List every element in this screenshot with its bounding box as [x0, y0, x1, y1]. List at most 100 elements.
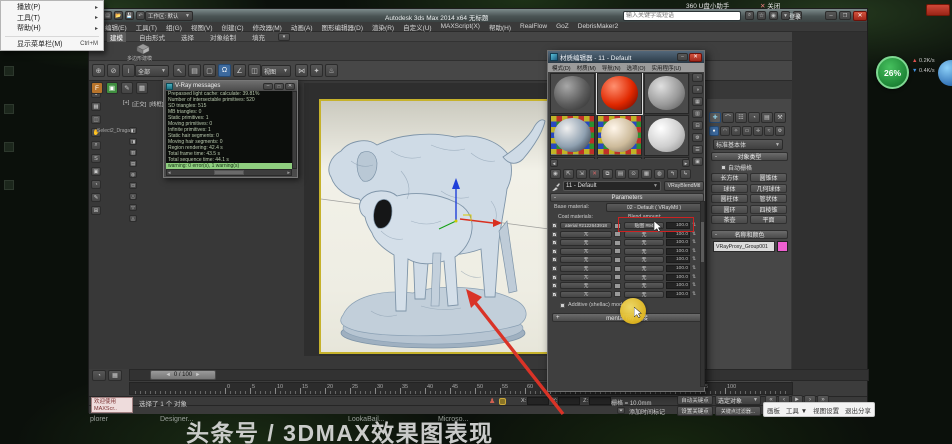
tab-create[interactable]: ✚	[709, 112, 721, 123]
me-menu-选项(O)[interactable]: 选项(O)	[627, 64, 646, 72]
axis-value[interactable]	[589, 397, 611, 405]
checkbox-icon[interactable]: ✓	[552, 291, 557, 297]
spinner-icon[interactable]: ⇅	[692, 265, 696, 271]
close-icon[interactable]: ✕	[689, 52, 702, 62]
desktop-icon[interactable]	[4, 142, 14, 152]
ribbon-tab-对象绘制[interactable]: 对象绘制	[207, 32, 239, 42]
grid-icon[interactable]: ▦	[136, 82, 148, 94]
blend-amount-field[interactable]: 100.0	[666, 282, 690, 290]
signin-link[interactable]: 登录	[789, 12, 801, 21]
menu-RealFlow[interactable]: RealFlow	[520, 23, 547, 30]
time-configuration-icon[interactable]: ▦	[108, 370, 122, 381]
coat-material-button[interactable]: 无	[560, 290, 612, 298]
set-key-button[interactable]: 设置关键点	[677, 406, 713, 416]
blend-amount-field[interactable]: 100.0	[666, 290, 690, 298]
maxscript-mini-listener[interactable]: 欢迎使用 MAXScr..	[91, 397, 133, 413]
taskbar-item[interactable]: plorer	[90, 416, 108, 423]
checkbox-icon[interactable]: ✓	[552, 274, 557, 280]
blend-amount-field[interactable]: 100.0	[666, 247, 690, 255]
material-name-dropdown[interactable]: 11 - Default ▼	[563, 181, 661, 191]
ribbon-tab-自由形式[interactable]: 自由形式	[136, 32, 168, 42]
object-type-rollout[interactable]: - 对象类型	[711, 152, 788, 161]
color-swatch[interactable]	[614, 291, 621, 298]
primitive-button-管状体[interactable]: 管状体	[750, 194, 787, 204]
color-swatch[interactable]	[614, 256, 621, 263]
coat-material-button[interactable]: 无	[560, 239, 612, 247]
spinner-icon[interactable]: ⇅	[692, 282, 696, 288]
left-tool-icon[interactable]: ⊞	[91, 206, 101, 215]
left-tool-icon[interactable]: ◫	[91, 115, 101, 124]
spinner-icon[interactable]: ⇅	[692, 256, 696, 262]
vray-messages-window[interactable]: V-Ray messages – □ ✕ Prepassed light cac…	[163, 80, 298, 178]
name-color-rollout[interactable]: - 名称和颜色	[711, 230, 788, 239]
primitive-button-圆柱体[interactable]: 圆柱体	[711, 194, 748, 204]
angle-snap-icon[interactable]: ∠	[233, 64, 246, 77]
systems-icon[interactable]: ⚙	[775, 126, 785, 136]
rectangular-region-icon[interactable]: ▢	[203, 64, 216, 77]
blend-map-button[interactable]: 无	[624, 290, 664, 298]
assign-to-selection-icon[interactable]: ⇲	[576, 169, 587, 179]
lights-icon[interactable]: ✧	[731, 126, 741, 136]
menu-动画(A)[interactable]: 动画(A)	[291, 22, 313, 32]
checkbox-icon[interactable]: ✓	[552, 231, 557, 237]
blend-map-button[interactable]: 无	[624, 273, 664, 281]
horizontal-scrollbar[interactable]: ◄ ►	[166, 169, 292, 176]
object-color-swatch[interactable]	[777, 241, 788, 252]
color-swatch[interactable]	[614, 282, 621, 289]
close-button[interactable]: ✕	[853, 10, 867, 21]
vertical-scrollbar[interactable]	[292, 91, 297, 169]
reference-coordinate-dropdown[interactable]: 视图 ▼	[261, 65, 291, 77]
favorites-icon[interactable]: ☆	[757, 11, 766, 20]
put-to-library-icon[interactable]: ▤	[615, 169, 626, 179]
me-menu-模式(D)[interactable]: 模式(D)	[552, 64, 571, 72]
tab-display[interactable]: ▤	[761, 112, 773, 123]
reset-map-icon[interactable]: ✕	[589, 169, 600, 179]
key-filters-button[interactable]: 关键点过滤器...	[715, 406, 761, 416]
bind-to-space-warp-icon[interactable]: ≀	[122, 64, 135, 77]
time-slider-track[interactable]: ◄ 0 / 100 ►	[129, 369, 869, 381]
put-material-icon[interactable]: ⇱	[563, 169, 574, 179]
menu-修改器(M)[interactable]: 修改器(M)	[253, 22, 282, 32]
close-icon[interactable]: ✕	[285, 82, 295, 90]
spinner-icon[interactable]: ⇅	[692, 274, 696, 280]
checkbox-icon[interactable]: ✓	[552, 240, 557, 246]
sample-slot[interactable]	[597, 157, 642, 159]
red-corner-button[interactable]	[926, 4, 950, 16]
menu-创建(C)[interactable]: 创建(C)	[222, 22, 244, 32]
share-tool-视图设置[interactable]: 视图设置	[813, 405, 839, 415]
me-menu-材质(M)[interactable]: 材质(M)	[577, 64, 596, 72]
active-viewport[interactable]	[304, 83, 558, 356]
me-menu-导航(N)[interactable]: 导航(N)	[602, 64, 621, 72]
coordinate-field[interactable]: X:	[521, 397, 550, 405]
inner-tool-icon[interactable]: ▽	[129, 204, 137, 211]
spinner-icon[interactable]: ⇅	[692, 239, 696, 245]
sample-slot[interactable]	[644, 73, 689, 114]
time-tag-icon[interactable]: ⏷	[617, 407, 625, 414]
infocenter-search-input[interactable]	[623, 10, 741, 21]
go-forward-sibling-icon[interactable]: ↳	[680, 169, 691, 179]
backlight-icon[interactable]: ◑	[692, 85, 703, 94]
left-tool-icon[interactable]: ▦	[91, 102, 101, 111]
select-object-icon[interactable]: ↖	[173, 64, 186, 77]
sample-slot[interactable]	[644, 115, 689, 156]
menu-自定义(U)[interactable]: 自定义(U)	[403, 22, 432, 32]
slot-scroll-right-icon[interactable]: ►	[682, 159, 690, 167]
desktop-icon[interactable]	[4, 104, 14, 114]
polygon-modeling-icon[interactable]	[135, 43, 151, 55]
ribbon-tab-填充[interactable]: 填充	[249, 32, 268, 42]
menu-MAXScript(X)[interactable]: MAXScript(X)	[441, 23, 480, 30]
ribbon-tab-建模[interactable]: 建模	[107, 31, 126, 42]
color-swatch[interactable]	[614, 274, 621, 281]
object-name-field[interactable]: VRayProxy_Group001	[713, 241, 775, 252]
inner-tool-icon[interactable]: △	[129, 193, 137, 200]
color-swatch[interactable]	[614, 239, 621, 246]
system-monitor-badge[interactable]: 26%	[876, 56, 909, 89]
open-mini-curve-editor-icon[interactable]: ◔	[92, 370, 106, 381]
notification-close-button[interactable]: ✕ 关闭	[760, 0, 780, 10]
tab-motion[interactable]: ◔	[748, 112, 760, 123]
inner-tool-icon[interactable]: ⊡	[129, 182, 137, 189]
base-material-button[interactable]: 02 - Default ( VRayMtl )	[606, 203, 702, 212]
save-file-icon[interactable]: 💾	[125, 11, 134, 20]
ribbon-minimize-icon[interactable]: ▾	[278, 32, 290, 41]
show-end-result-icon[interactable]: ◍	[654, 169, 665, 179]
